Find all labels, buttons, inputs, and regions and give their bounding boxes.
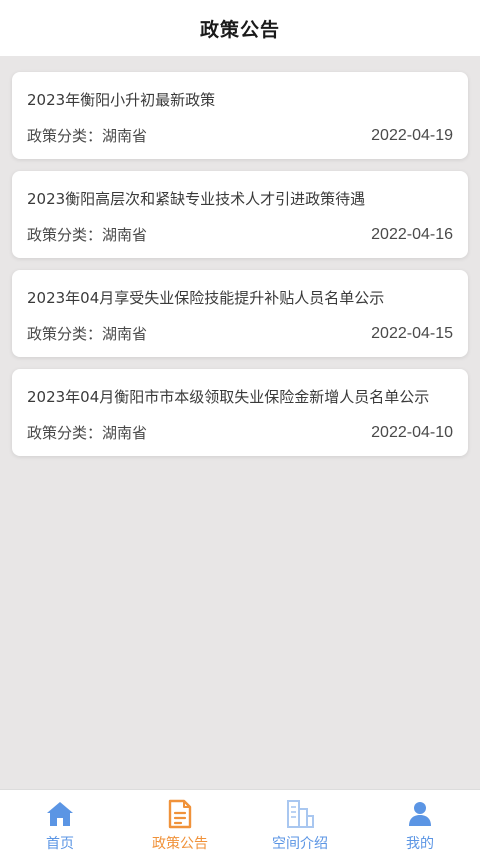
policy-meta: 政策分类：湖南省 2022-04-10 bbox=[27, 422, 453, 444]
policy-date: 2022-04-15 bbox=[371, 325, 453, 342]
policy-card[interactable]: 2023年衡阳小升初最新政策 政策分类：湖南省 2022-04-19 bbox=[12, 72, 468, 159]
home-icon bbox=[44, 798, 76, 830]
bottom-tab-bar: 首页 政策公告 空间介绍 我的 bbox=[0, 789, 480, 853]
document-icon bbox=[164, 798, 196, 830]
header-bar: 政策公告 bbox=[0, 0, 480, 56]
policy-card[interactable]: 2023年04月享受失业保险技能提升补贴人员名单公示 政策分类：湖南省 2022… bbox=[12, 270, 468, 357]
user-icon bbox=[404, 798, 436, 830]
policy-meta: 政策分类：湖南省 2022-04-16 bbox=[27, 224, 453, 246]
tab-label: 空间介绍 bbox=[272, 836, 328, 852]
tab-label: 我的 bbox=[406, 836, 434, 852]
policy-title: 2023年04月衡阳市市本级领取失业保险金新增人员名单公示 bbox=[27, 388, 430, 406]
tab-space[interactable]: 空间介绍 bbox=[240, 790, 360, 853]
policy-card[interactable]: 2023衡阳高层次和紧缺专业技术人才引进政策待遇 政策分类：湖南省 2022-0… bbox=[12, 171, 468, 258]
policy-category: 政策分类：湖南省 bbox=[27, 226, 148, 244]
policy-card[interactable]: 2023年04月衡阳市市本级领取失业保险金新增人员名单公示 政策分类：湖南省 2… bbox=[12, 369, 468, 456]
page-title: 政策公告 bbox=[199, 18, 280, 41]
policy-title: 2023年衡阳小升初最新政策 bbox=[27, 91, 216, 109]
policy-category: 政策分类：湖南省 bbox=[27, 424, 148, 442]
policy-date: 2022-04-10 bbox=[371, 424, 453, 441]
tab-label: 政策公告 bbox=[152, 836, 208, 852]
policy-list: 2023年衡阳小升初最新政策 政策分类：湖南省 2022-04-19 2023衡… bbox=[12, 72, 468, 468]
policy-title: 2023衡阳高层次和紧缺专业技术人才引进政策待遇 bbox=[27, 190, 366, 208]
policy-date: 2022-04-19 bbox=[371, 127, 453, 144]
policy-meta: 政策分类：湖南省 2022-04-19 bbox=[27, 125, 453, 147]
policy-date: 2022-04-16 bbox=[371, 226, 453, 243]
tab-label: 首页 bbox=[46, 836, 74, 852]
policy-category: 政策分类：湖南省 bbox=[27, 127, 148, 145]
policy-category: 政策分类：湖南省 bbox=[27, 325, 148, 343]
policy-title: 2023年04月享受失业保险技能提升补贴人员名单公示 bbox=[27, 289, 385, 307]
tab-home[interactable]: 首页 bbox=[0, 790, 120, 853]
tab-policy[interactable]: 政策公告 bbox=[120, 790, 240, 853]
building-icon bbox=[284, 798, 316, 830]
tab-mine[interactable]: 我的 bbox=[360, 790, 480, 853]
policy-meta: 政策分类：湖南省 2022-04-15 bbox=[27, 323, 453, 345]
